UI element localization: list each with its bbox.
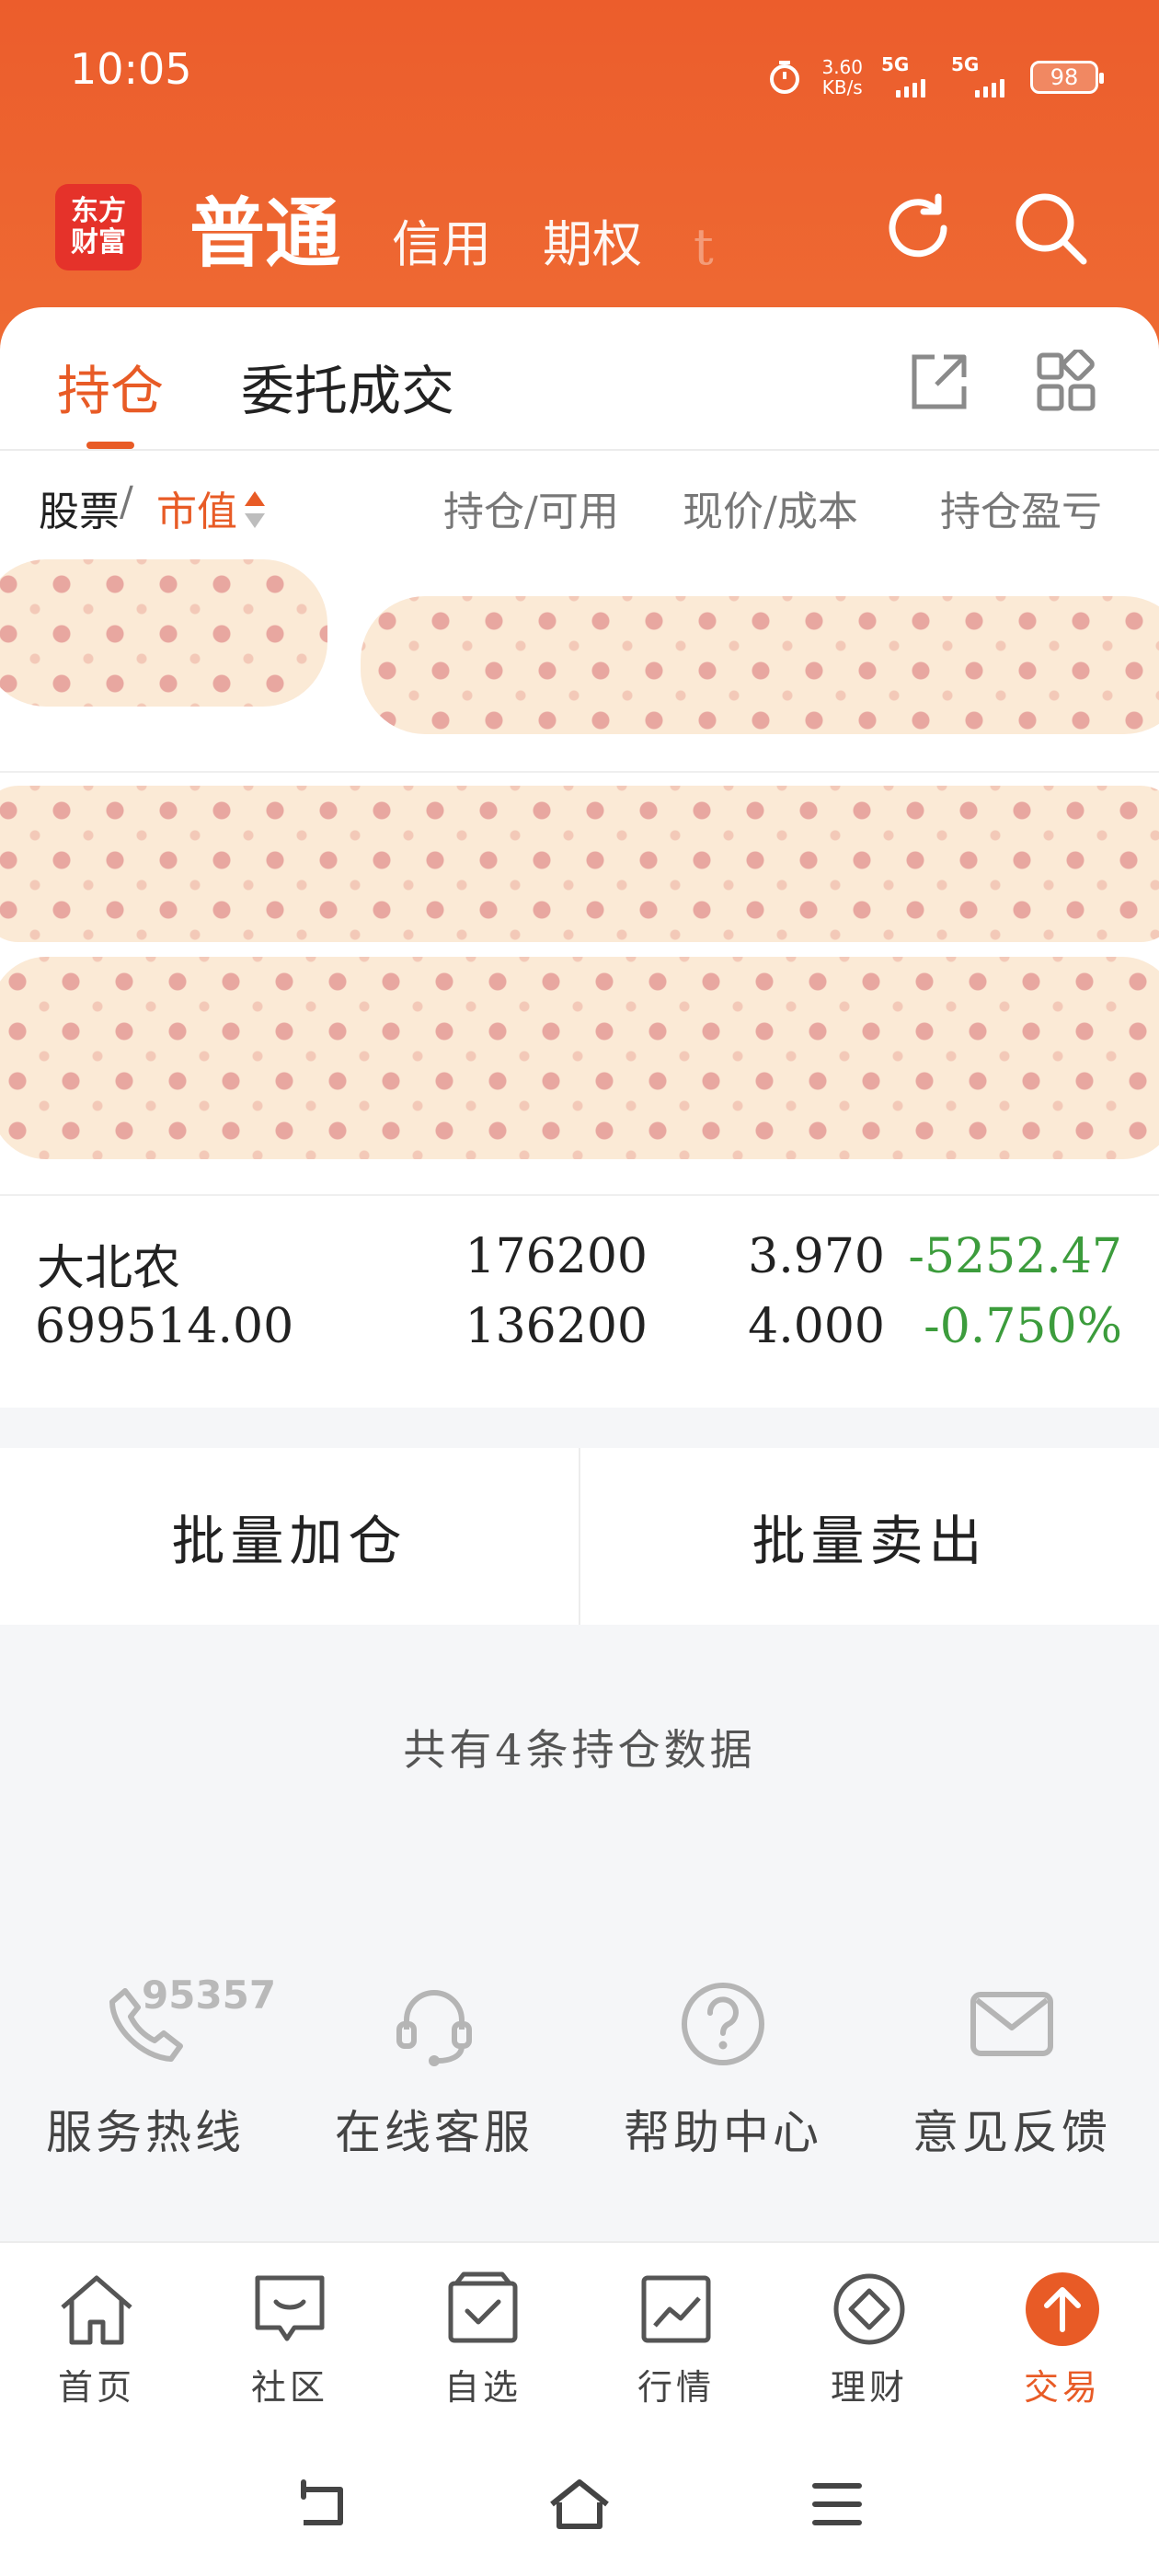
market-value: 699514.00 [35,1299,294,1354]
service-label: 帮助中心 [624,2106,822,2159]
nav-label: 行情 [637,2367,715,2408]
sim1-label: 5G [881,53,910,75]
tab-account-normal[interactable]: 普通 [189,172,340,282]
nav-label: 社区 [250,2367,328,2408]
phone-icon [109,1988,183,2062]
service-label: 在线客服 [335,2106,534,2159]
redacted-area [0,957,1159,1159]
row-divider [0,1194,1159,1196]
menu-icon[interactable] [809,2477,865,2532]
headset-icon [396,1990,472,2066]
mail-icon [970,1992,1053,2056]
column-header: 股票 / 市值 持仓/可用 现价/成本 持仓盈亏 [0,478,1159,552]
signal-icon: 5G [881,53,933,98]
nav-label: 交易 [1023,2367,1101,2408]
positions-count: 共有4条持仓数据 [403,1725,756,1775]
pnl-percent: -0.750% [924,1299,1122,1354]
batch-add-button[interactable]: 批量加仓 [0,1448,579,1625]
watchlist-icon [448,2271,518,2343]
alarm-icon [770,61,800,94]
chart-icon [641,2275,711,2343]
service-help-center[interactable]: 帮助中心 [585,1978,861,2162]
col-separator: / [120,478,133,525]
position-quantity: 176200 [465,1229,648,1284]
signal-icon: 5G [951,53,1012,98]
col-price-cost: 现价/成本 [683,489,858,535]
nav-label: 自选 [443,2367,522,2408]
status-bar: 10:05 3.60 KB/s 5G 5G 98 [0,0,1159,147]
trade-arrow-icon [1026,2272,1099,2346]
help-icon [682,1983,764,2065]
table-row[interactable]: 大北农 699514.00 176200 136200 3.970 4.000 … [0,1198,1159,1382]
status-time: 10:05 [70,44,192,94]
redacted-area [0,559,327,707]
app-logo: 东方 财富 [55,184,142,270]
tab-account-more[interactable]: t [694,218,714,282]
tab-orders-trades[interactable]: 委托成交 [241,348,454,425]
logo-line2: 财富 [71,226,126,259]
batch-actions: 批量加仓 批量卖出 [0,1448,1159,1625]
nav-trade[interactable]: 交易 [966,2271,1159,2409]
stock-name: 大北农 [37,1241,181,1296]
service-feedback[interactable]: 意见反馈 [874,1978,1150,2162]
tab-account-credit[interactable]: 信用 [392,203,491,282]
nav-label: 首页 [57,2367,135,2408]
col-market-value[interactable]: 市值 [156,478,237,537]
back-icon[interactable] [291,2477,350,2532]
grid-menu-icon[interactable] [1034,350,1098,414]
col-pnl: 持仓盈亏 [940,489,1102,535]
available-quantity: 136200 [465,1299,648,1354]
nav-label: 理财 [830,2367,908,2408]
chat-icon [255,2275,325,2341]
current-price: 3.970 [748,1229,885,1284]
row-divider [0,771,1159,773]
pnl-amount: -5252.47 [908,1229,1122,1284]
col-stock: 股票 [39,489,120,535]
net-speed-unit: KB/s [821,76,863,98]
refresh-icon[interactable] [878,188,958,269]
home-icon [61,2275,132,2345]
nav-wealth[interactable]: 理财 [773,2271,966,2409]
diamond-icon [833,2273,905,2345]
app-header: 10:05 3.60 KB/s 5G 5G 98 东方 财富 普通 信用 期权 … [0,0,1159,350]
nav-community[interactable]: 社区 [193,2271,386,2409]
logo-line1: 东方 [71,195,126,227]
active-tab-indicator [86,442,134,449]
search-icon[interactable] [1010,188,1091,269]
tab-positions[interactable]: 持仓 [57,348,164,425]
service-label: 意见反馈 [912,2106,1111,2159]
sort-icon[interactable] [243,489,267,530]
positions-card: 持仓 委托成交 股票 / 市值 持仓/可用 现价/成本 持仓盈亏 大北农 699… [0,307,1159,1408]
cost-price: 4.000 [748,1299,885,1354]
status-icons: 3.60 KB/s 5G 5G 98 [766,52,1104,103]
account-type-tabs: 普通 信用 期权 t [189,180,765,282]
home-button-icon[interactable] [546,2477,613,2532]
service-online-support[interactable]: 在线客服 [296,1978,572,2162]
tab-account-options[interactable]: 期权 [543,203,642,282]
service-label: 服务热线 [46,2106,245,2159]
sim2-label: 5G [951,53,980,75]
nav-home[interactable]: 首页 [0,2271,193,2409]
position-tabs: 持仓 委托成交 [0,307,1159,451]
batch-sell-button[interactable]: 批量卖出 [580,1448,1159,1625]
battery-icon: 98 [1030,61,1104,94]
net-speed-value: 3.60 [821,56,863,78]
redacted-area [0,786,1159,942]
share-icon[interactable] [907,350,971,414]
bottom-nav: 首页 社区 自选 行情 理财 交易 [0,2241,1159,2427]
nav-market[interactable]: 行情 [580,2271,773,2409]
nav-watchlist[interactable]: 自选 [386,2271,580,2409]
col-position-available: 持仓/可用 [443,489,619,535]
net-speed: 3.60 KB/s [821,57,863,98]
service-hotline[interactable]: 服务热线 [7,1978,283,2162]
system-nav-bar [0,2425,1159,2576]
redacted-area [361,596,1159,734]
